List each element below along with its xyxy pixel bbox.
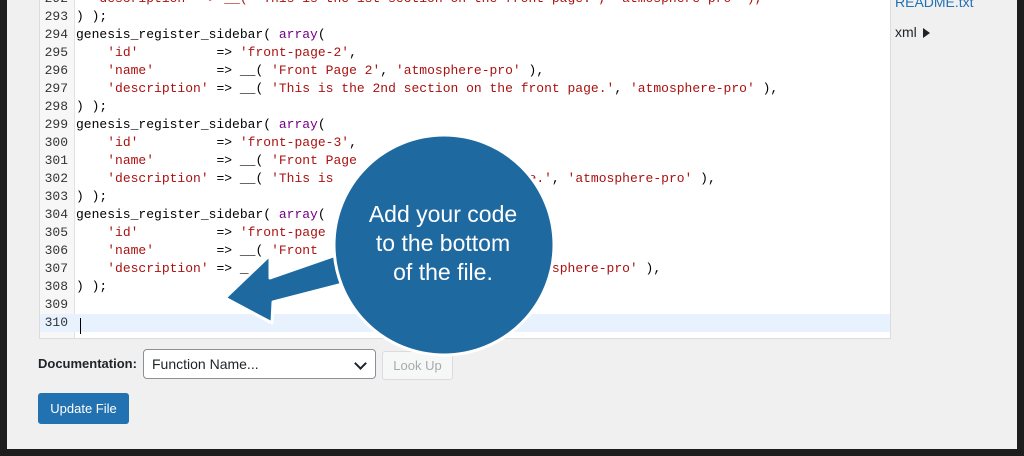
- callout-line-2: to the bottom: [375, 230, 511, 256]
- callout-text: Add your code to the bottom of the file.: [348, 200, 538, 287]
- callout-line-3: of the file.: [393, 259, 493, 285]
- callout-line-1: Add your code: [368, 201, 518, 227]
